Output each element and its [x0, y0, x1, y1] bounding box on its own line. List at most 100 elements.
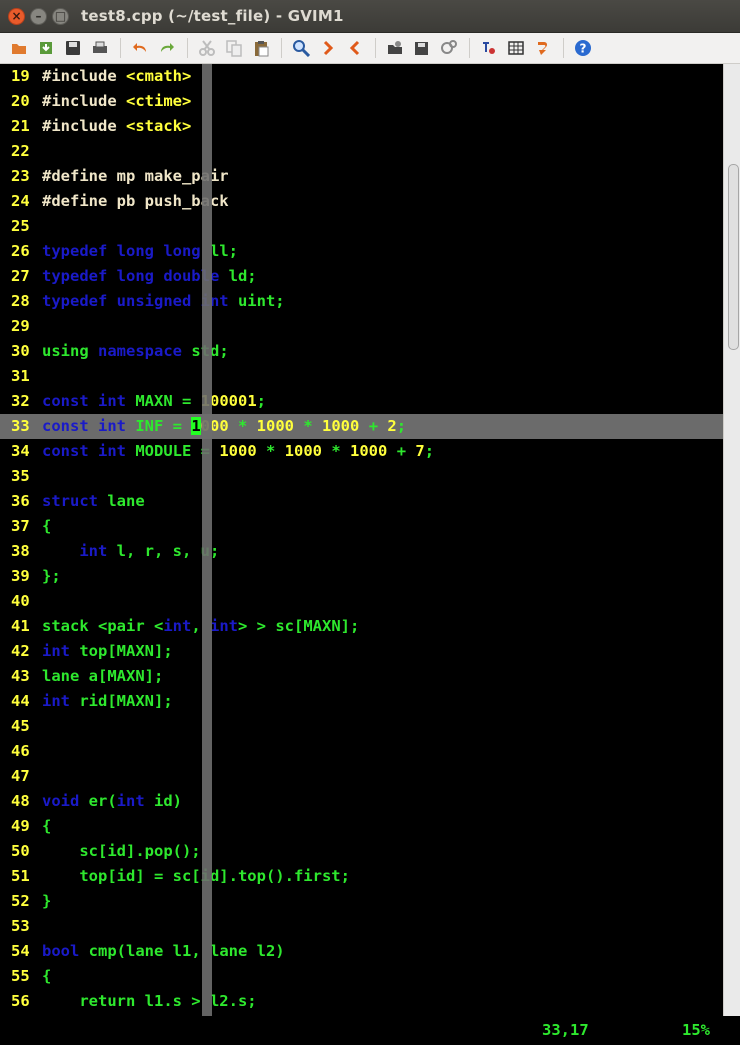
title-bar: × – □ test8.cpp (~/test_file) - GVIM1 [0, 0, 740, 33]
line-number: 42 [11, 642, 30, 660]
code-token: + [368, 417, 388, 435]
code-line[interactable]: 39}; [0, 564, 724, 589]
code-line[interactable]: 25 [0, 214, 724, 239]
code-line[interactable]: 32 const int MAXN = 100001; [0, 389, 724, 414]
close-icon[interactable]: × [8, 7, 25, 25]
save-download-icon[interactable] [33, 35, 59, 61]
code-token: * [331, 442, 351, 460]
code-token: int [116, 792, 154, 810]
code-line[interactable]: 51 top[id] = sc[id].top().first; [0, 864, 724, 889]
line-number: 51 [11, 867, 30, 885]
code-line[interactable]: 54 bool cmp(lane l1, lane l2) [0, 939, 724, 964]
code-token: id) [154, 792, 182, 810]
scrollbar-thumb[interactable] [728, 164, 739, 350]
code-line[interactable]: 43 lane a[MAXN]; [0, 664, 724, 689]
code-line[interactable]: 53 [0, 914, 724, 939]
save-session-icon[interactable] [409, 35, 435, 61]
line-number: 28 [11, 292, 30, 310]
line-number: 37 [11, 517, 30, 535]
print-icon[interactable] [87, 35, 113, 61]
find-next-icon[interactable] [315, 35, 341, 61]
undo-icon[interactable] [127, 35, 153, 61]
jump-tag-icon[interactable] [530, 35, 556, 61]
code-line[interactable]: 20 #include <ctime> [0, 89, 724, 114]
line-number: 54 [11, 942, 30, 960]
save-icon[interactable] [60, 35, 86, 61]
help-icon[interactable]: ? [570, 35, 596, 61]
code-token: MAXN = [135, 392, 201, 410]
code-token: 2 [387, 417, 397, 435]
run-script-icon[interactable] [436, 35, 462, 61]
code-line[interactable]: 42 int top[MAXN]; [0, 639, 724, 664]
code-token: <stack> [126, 117, 192, 135]
code-line[interactable]: 29 [0, 314, 724, 339]
line-number: 24 [11, 192, 30, 210]
cursor-line[interactable]: 33 const int INF = 1000 * 1000 * 1000 + 2… [0, 414, 724, 439]
code-line[interactable]: 23 #define mp make_pair [0, 164, 724, 189]
code-token: struct [42, 492, 108, 510]
code-line[interactable]: 40 [0, 589, 724, 614]
load-session-icon[interactable] [382, 35, 408, 61]
code-line[interactable]: 36 struct lane [0, 489, 724, 514]
window-controls: × – □ [8, 7, 69, 25]
code-token: typedef long double [42, 267, 229, 285]
code-line[interactable]: 35 [0, 464, 724, 489]
code-line[interactable]: 56 return l1.s > l2.s; [0, 989, 724, 1014]
code-line[interactable]: 24 #define pb push_back [0, 189, 724, 214]
paste-icon[interactable] [248, 35, 274, 61]
line-number: 55 [11, 967, 30, 985]
code-line[interactable]: 44 int rid[MAXN]; [0, 689, 724, 714]
code-token: #include [42, 117, 126, 135]
build-tags-icon[interactable] [503, 35, 529, 61]
code-line[interactable]: 55 { [0, 964, 724, 989]
code-line[interactable]: 41 stack <pair <int, int> > sc[MAXN]; [0, 614, 724, 639]
code-line[interactable]: 48 void er(int id) [0, 789, 724, 814]
code-line[interactable]: 34 const int MODULE = 1000 * 1000 * 1000 … [0, 439, 724, 464]
code-line[interactable]: 47 [0, 764, 724, 789]
code-line[interactable]: 22 [0, 139, 724, 164]
find-replace-icon[interactable] [288, 35, 314, 61]
code-token: }; [42, 567, 61, 585]
code-line[interactable]: 45 [0, 714, 724, 739]
code-line[interactable]: 50 sc[id].pop(); [0, 839, 724, 864]
code-token: 1000 [322, 417, 369, 435]
toolbar-separator [563, 38, 564, 58]
line-number: 46 [11, 742, 30, 760]
code-line[interactable]: 52} [0, 889, 724, 914]
code-token: <ctime> [126, 92, 192, 110]
code-token: lane [107, 492, 145, 510]
line-number: 52 [11, 892, 30, 910]
line-number: 26 [11, 242, 30, 260]
minimize-icon[interactable]: – [30, 7, 47, 25]
open-icon[interactable] [6, 35, 32, 61]
code-line[interactable]: 19 #include <cmath> [0, 64, 724, 89]
maximize-icon[interactable]: □ [52, 7, 69, 25]
make-icon[interactable] [476, 35, 502, 61]
line-number: 49 [11, 817, 30, 835]
code-token: const int [42, 392, 136, 410]
code-line[interactable]: 30 using namespace std; [0, 339, 724, 364]
cut-icon[interactable] [194, 35, 220, 61]
code-line[interactable]: 31 [0, 364, 724, 389]
code-line[interactable]: 46 [0, 739, 724, 764]
code-line[interactable]: 26 typedef long long ll; [0, 239, 724, 264]
code-token: int [210, 617, 238, 635]
code-line[interactable]: 37 { [0, 514, 724, 539]
code-line[interactable]: 28 typedef unsigned int uint; [0, 289, 724, 314]
code-token: 100001 [200, 392, 257, 410]
code-token: 000 [200, 417, 238, 435]
code-line[interactable]: 49 { [0, 814, 724, 839]
line-number: 36 [11, 492, 30, 510]
copy-icon[interactable] [221, 35, 247, 61]
code-line[interactable]: 38 int l, r, s, u; [0, 539, 724, 564]
code-line[interactable]: 27 typedef long double ld; [0, 264, 724, 289]
code-line[interactable]: 21 #include <stack> [0, 114, 724, 139]
editor[interactable]: 19 #include <cmath> 20 #include <ctime> 21 #i… [0, 64, 724, 1016]
code-token: int [79, 542, 117, 560]
find-prev-icon[interactable] [342, 35, 368, 61]
redo-icon[interactable] [154, 35, 180, 61]
line-number: 21 [11, 117, 30, 135]
vertical-scrollbar[interactable] [723, 64, 740, 1016]
code-token: 1000 [256, 417, 304, 435]
